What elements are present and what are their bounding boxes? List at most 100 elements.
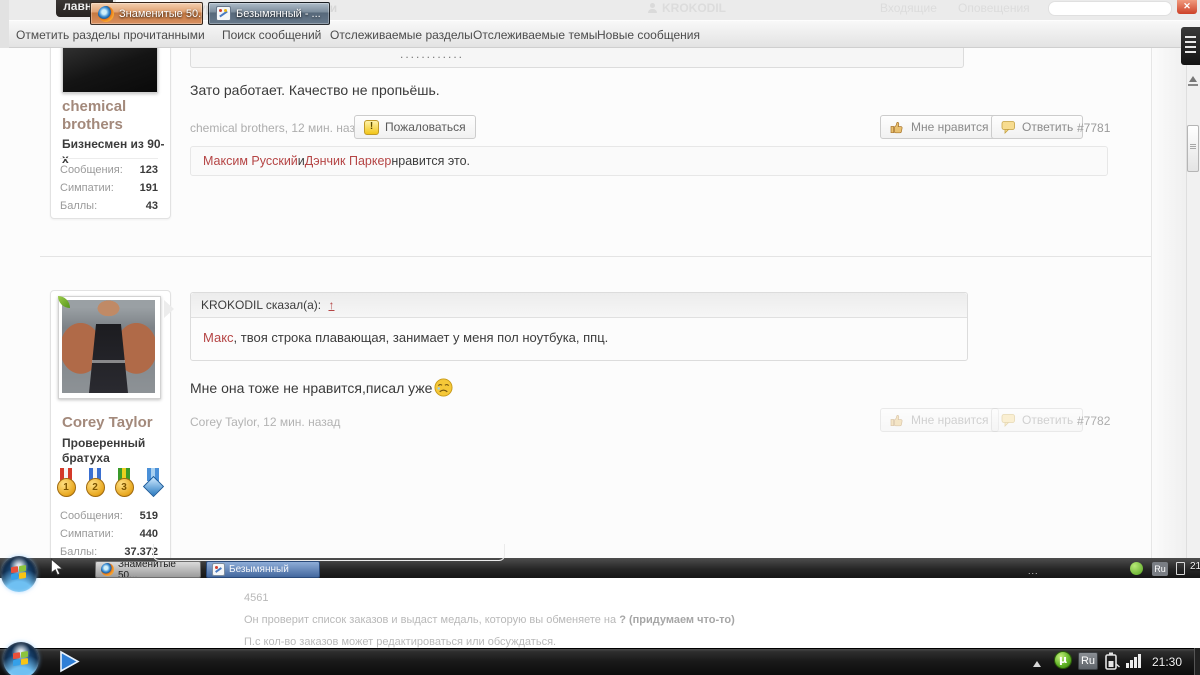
windows-taskbar	[0, 648, 1200, 675]
underlay-line-1: 4561	[244, 592, 268, 604]
post1-username[interactable]: chemical brothers	[62, 98, 162, 134]
subnav-watched-forums[interactable]: Отслеживаемые разделы	[330, 28, 473, 42]
medal-number: 1	[57, 478, 76, 497]
taskbar-firefox-button[interactable]: Знаменитые 50...	[90, 2, 203, 25]
subnav-new-posts[interactable]: Новые сообщения	[597, 28, 700, 42]
menu-icon[interactable]	[1181, 27, 1200, 65]
inner-battery-icon	[1176, 562, 1185, 575]
mouse-cursor-icon	[50, 558, 64, 576]
post2-stat-points: Баллы: 37.372	[60, 546, 158, 558]
language-indicator[interactable]: Ru	[1078, 652, 1098, 670]
liker-link-1[interactable]: Максим Русский	[203, 154, 298, 168]
inner-faint-box-edge	[153, 544, 505, 561]
quote-jump-arrow[interactable]: ↑	[328, 298, 334, 312]
alerts-menu[interactable]: Оповещения	[958, 2, 1030, 15]
liker-link-2[interactable]: Дэнчик Паркер	[305, 154, 392, 168]
close-icon[interactable]: ✕	[1177, 0, 1197, 14]
post2-meta[interactable]: Corey Taylor, 12 мин. назад	[190, 415, 340, 429]
stat-label: Баллы:	[60, 200, 97, 212]
medal-number: 3	[115, 478, 134, 497]
subnav-search-posts[interactable]: Поиск сообщений	[222, 28, 321, 42]
post2-avatar[interactable]	[62, 300, 155, 393]
post2-reply-button[interactable]: Ответить	[991, 408, 1083, 432]
post1-stat-points: Баллы: 43	[60, 200, 158, 212]
inner-clock: 21:30	[1190, 561, 1200, 572]
start-button[interactable]	[3, 642, 39, 675]
reply-label: Ответить	[1022, 120, 1073, 134]
taskbar-clock[interactable]: 21:30	[1152, 655, 1182, 669]
inner-language-indicator: Ru	[1152, 562, 1168, 576]
post1-number[interactable]: #7781	[1077, 121, 1110, 135]
stat-label: Симпатии:	[60, 528, 114, 540]
inbox-menu[interactable]: Входящие	[880, 2, 937, 15]
blue-arrow-cursor-icon	[57, 650, 81, 673]
divider	[60, 158, 158, 159]
post1-like-button[interactable]: Мне нравится	[880, 115, 999, 139]
stat-label: Симпатии:	[60, 182, 114, 194]
avatar-pointer-notch	[164, 300, 174, 318]
show-desktop-button[interactable]	[1194, 648, 1200, 675]
utorrent-tray-icon[interactable]: µ	[1054, 651, 1072, 669]
paint-icon	[212, 563, 225, 576]
post2-message-span: Мне она тоже не нравится,писал уже	[190, 380, 432, 396]
inner-utorrent-icon	[1130, 562, 1143, 575]
post2-number[interactable]: #7782	[1077, 414, 1110, 428]
post2-username[interactable]: Corey Taylor	[62, 414, 168, 432]
inner-firefox-taskbar-button: Знаменитые 50...	[95, 561, 201, 578]
post1-reply-button[interactable]: Ответить	[991, 115, 1083, 139]
subnav-watched-threads[interactable]: Отслеживаемые темы	[473, 28, 597, 42]
quote-content: Макс, твоя строка плавающая, занимает у …	[191, 318, 967, 345]
tray-expand-arrow-icon[interactable]	[1033, 657, 1041, 667]
underlay-region: 4561 Он проверит список заказов и выдаст…	[0, 578, 1200, 648]
inner-paint-taskbar-button: Безымянный	[206, 561, 320, 578]
quote-mention-link[interactable]: Макс	[203, 330, 234, 345]
taskbar-paint-button[interactable]: Безымянный - ...	[208, 2, 330, 25]
sad-smiley-icon	[434, 378, 453, 397]
thumbs-up-icon	[890, 413, 905, 428]
report-button[interactable]: ! Пожаловаться	[354, 115, 476, 139]
battery-tray-icon[interactable]	[1101, 650, 1121, 672]
stat-value: 123	[140, 164, 158, 176]
scroll-up-line	[1188, 84, 1198, 86]
search-input[interactable]	[1048, 1, 1172, 16]
reply-bubble-icon	[1001, 413, 1016, 427]
screenshot-root: chemical brothers Бизнесмен из 90-х Сооб…	[0, 0, 1200, 675]
post2-quote-box: KROKODIL сказал(а): ↑ Макс, твоя строка …	[190, 292, 968, 361]
post2-like-button[interactable]: Мне нравится	[880, 408, 999, 432]
inner-firefox-label: Знаменитые 50...	[118, 561, 195, 578]
stat-label: Баллы:	[60, 546, 97, 558]
like-label: Мне нравится	[911, 120, 989, 134]
inner-tray-dots: ...	[1028, 566, 1039, 576]
warning-icon: !	[364, 120, 379, 135]
avatar-tanktop	[89, 324, 128, 393]
stat-value: 43	[146, 200, 158, 212]
reply-label: Ответить	[1022, 413, 1073, 427]
reply-bubble-icon	[1001, 120, 1016, 134]
medal-red-1-icon: 1	[54, 468, 78, 500]
account-menu[interactable]: KROKODIL	[662, 2, 726, 15]
scrollbar-thumb[interactable]	[1187, 125, 1199, 172]
post1-user-title: Бизнесмен из 90-х	[62, 137, 168, 167]
post1-meta[interactable]: chemical brothers, 12 мин. назад	[190, 121, 369, 135]
likes-tail: нравится это.	[391, 154, 470, 168]
network-signal-icon[interactable]	[1126, 654, 1141, 668]
scrollbar-track[interactable]	[1186, 20, 1200, 558]
stat-label: Сообщения:	[60, 510, 123, 522]
underlay-line-2-text: Он проверит список заказов и выдаст меда…	[244, 614, 619, 626]
taskbar-paint-label: Безымянный - ...	[236, 8, 321, 20]
quote-text: , твоя строка плавающая, занимает у меня…	[234, 330, 609, 345]
post1-likes-bar: Максим Русский и Дэнчик Паркер нравится …	[190, 146, 1108, 176]
report-label: Пожаловаться	[385, 120, 466, 134]
subnav-mark-read[interactable]: Отметить разделы прочитанными	[16, 28, 205, 42]
stat-value: 519	[140, 510, 158, 522]
stat-value: 440	[140, 528, 158, 540]
quote-header: KROKODIL сказал(а): ↑	[191, 293, 967, 318]
thumbs-up-icon	[890, 120, 905, 135]
scroll-up-arrow-icon[interactable]	[1189, 72, 1197, 82]
taskbar-firefox-label: Знаменитые 50...	[119, 8, 203, 20]
paint-icon	[216, 6, 231, 21]
page-right-edge	[1151, 48, 1187, 558]
firefox-icon	[98, 6, 114, 22]
like-label: Мне нравится	[911, 413, 989, 427]
left-edge	[0, 0, 9, 48]
